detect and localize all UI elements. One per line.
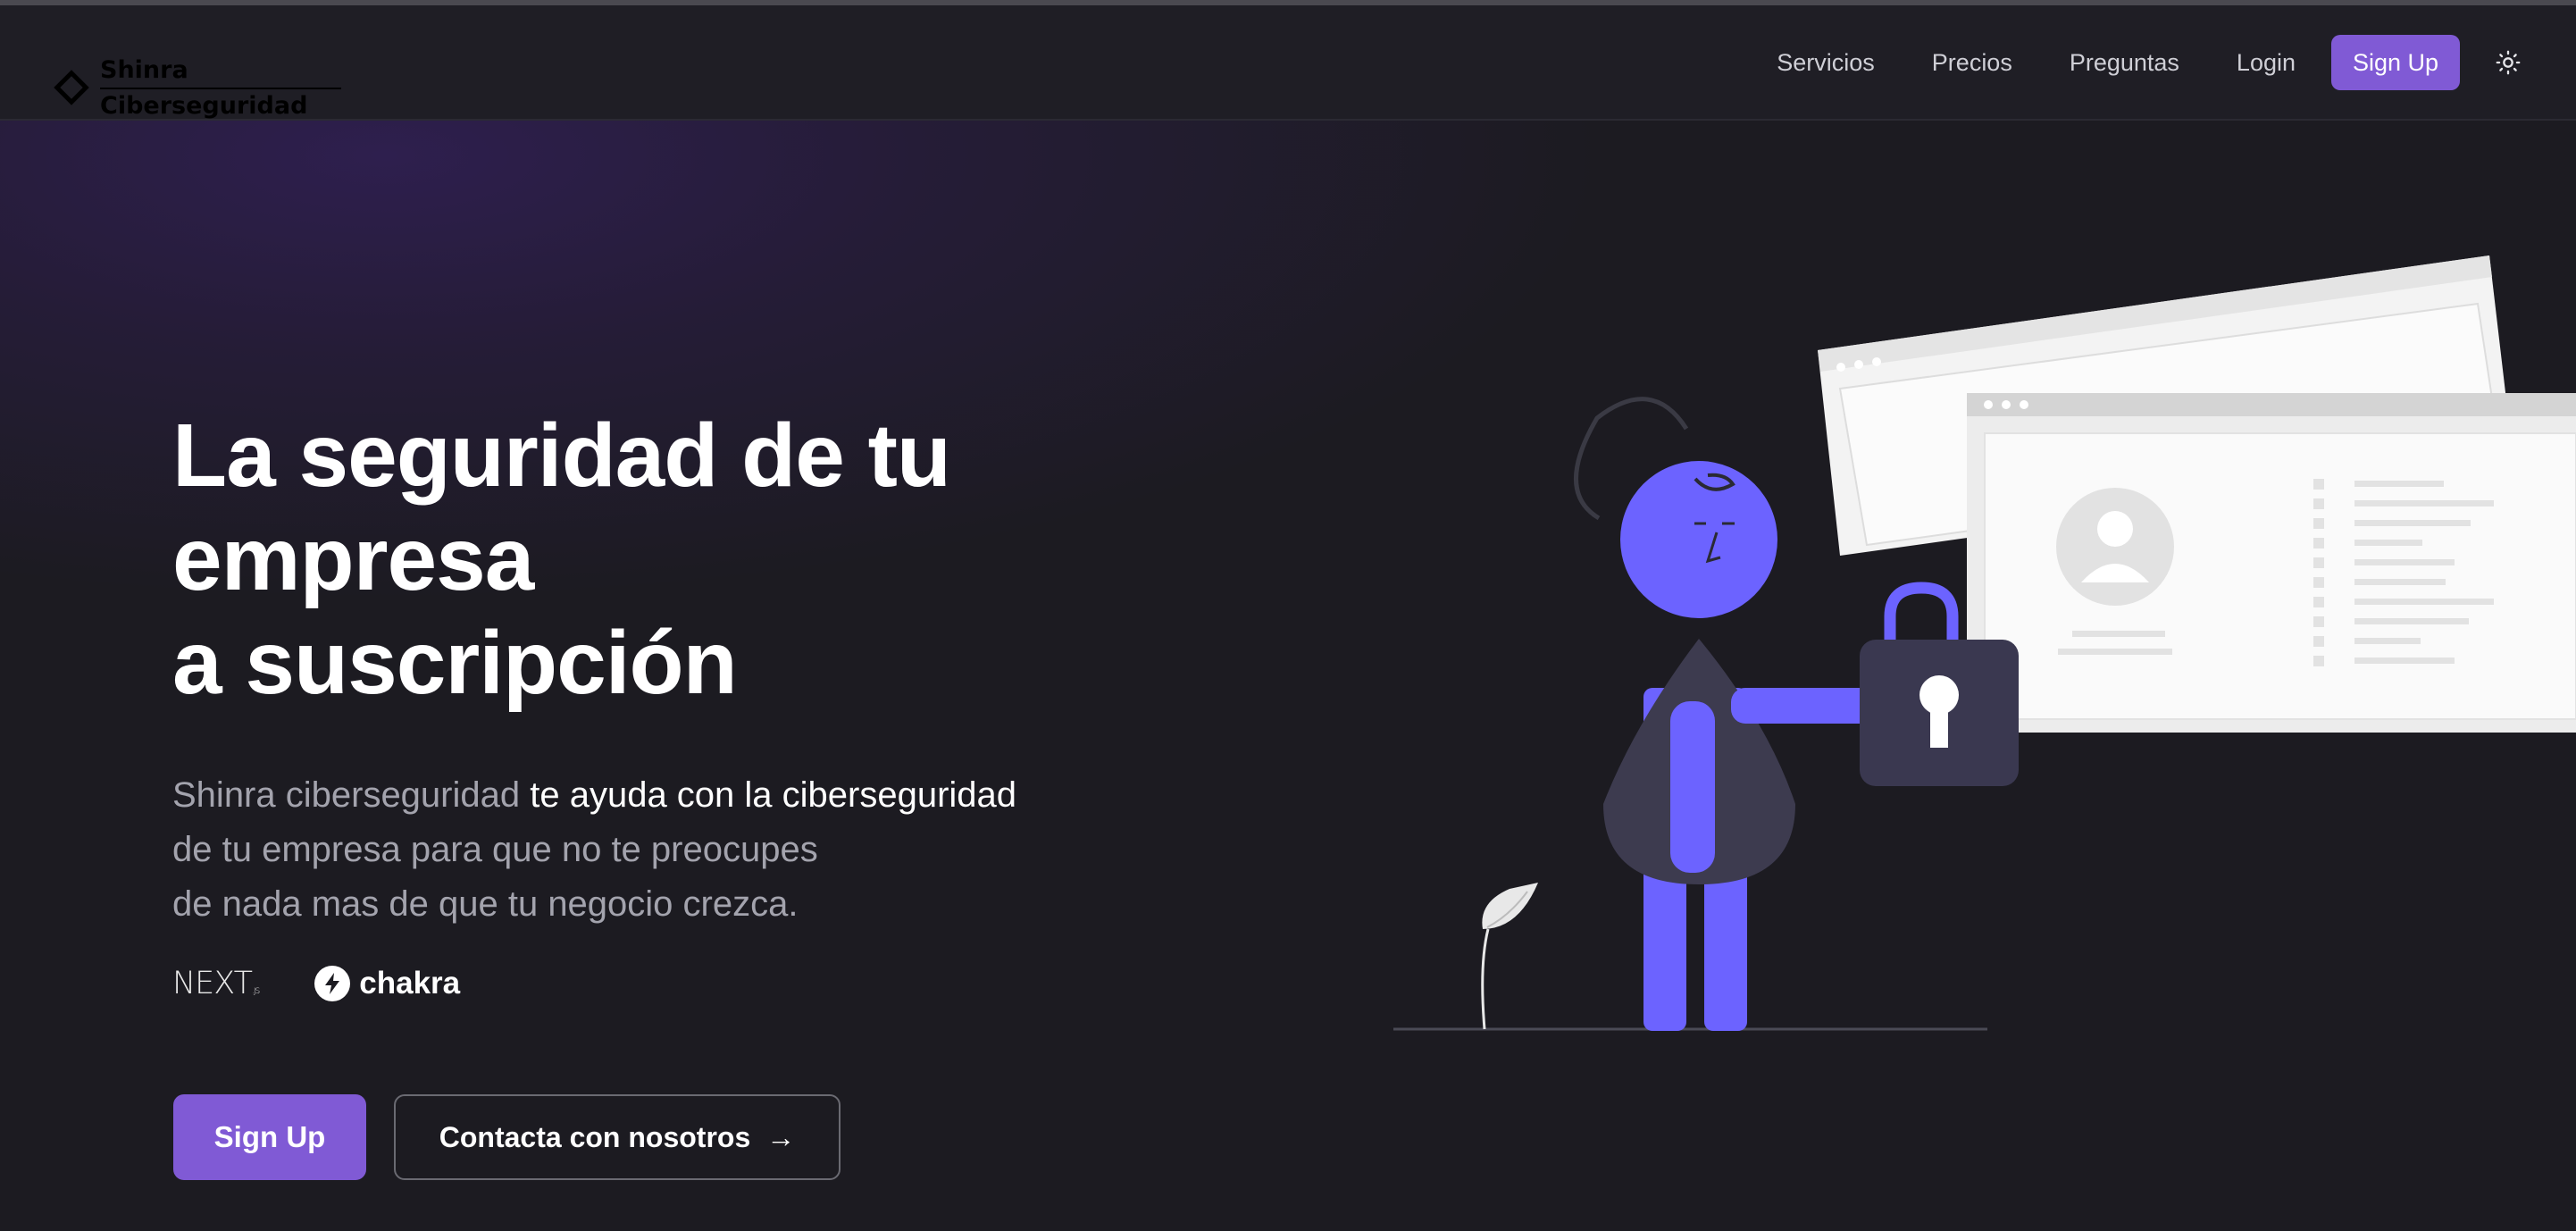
contact-button[interactable]: Contacta con nosotros → [394,1094,841,1180]
arrow-right-icon: → [766,1120,796,1153]
diamond-logo-icon [54,70,89,105]
nav-signup-button[interactable]: Sign Up [2331,35,2460,90]
brand-mention: Shinra ciberseguridad [172,775,521,815]
nextjs-logo-suffix: .JS [252,987,260,996]
theme-toggle-button[interactable] [2490,45,2526,80]
tech-logos: NEXT.JS chakra [172,961,460,1006]
nav-link-precios[interactable]: Precios [1932,49,2012,77]
hero-headline-line2: empresa [172,509,534,609]
hero-headline-line3: a suscripción [172,613,738,713]
hero-signup-button[interactable]: Sign Up [173,1094,366,1180]
navbar: Shinra Ciberseguridad Servicios Precios … [0,5,2576,121]
hero-headline-line1: La seguridad de tu [172,406,951,506]
hero-description-line3: de nada mas de que tu negocio crezca. [172,884,799,924]
brand-name: Shinra Ciberseguridad [100,54,341,123]
chakra-logo: chakra [314,966,460,1001]
sun-icon [2496,50,2521,75]
nav-link-servicios[interactable]: Servicios [1777,49,1875,77]
hero-description-line1: Shinra ciberseguridad te ayuda con la ci… [172,768,1200,823]
hero-description: Shinra ciberseguridad te ayuda con la ci… [172,768,1200,932]
nextjs-logo: NEXT.JS [172,966,260,1001]
security-illustration [1393,255,2576,1031]
nextjs-logo-text: NEXT [172,966,253,1001]
chakra-logo-text: chakra [359,966,461,1001]
brand-name-line1: Shinra [100,54,341,89]
brand-logo[interactable]: Shinra Ciberseguridad [54,50,341,121]
hero-headline: La seguridad de tu empresa a suscripción [172,404,1066,715]
brand-name-line2: Ciberseguridad [100,92,308,120]
leaf-plant [1481,883,1538,1030]
hero-description-line2: de tu empresa para que no te preocupes [172,830,818,869]
nav-link-preguntas[interactable]: Preguntas [2070,49,2179,77]
lightning-icon [314,966,351,1001]
hero-description-line1-rest: te ayuda con la ciberseguridad [520,775,1017,815]
nav-links: Servicios Precios Preguntas Login Sign U… [1777,34,2526,91]
browser-window-front [1967,393,2576,733]
contact-button-label: Contacta con nosotros [439,1120,751,1153]
nav-link-login[interactable]: Login [2237,49,2296,77]
